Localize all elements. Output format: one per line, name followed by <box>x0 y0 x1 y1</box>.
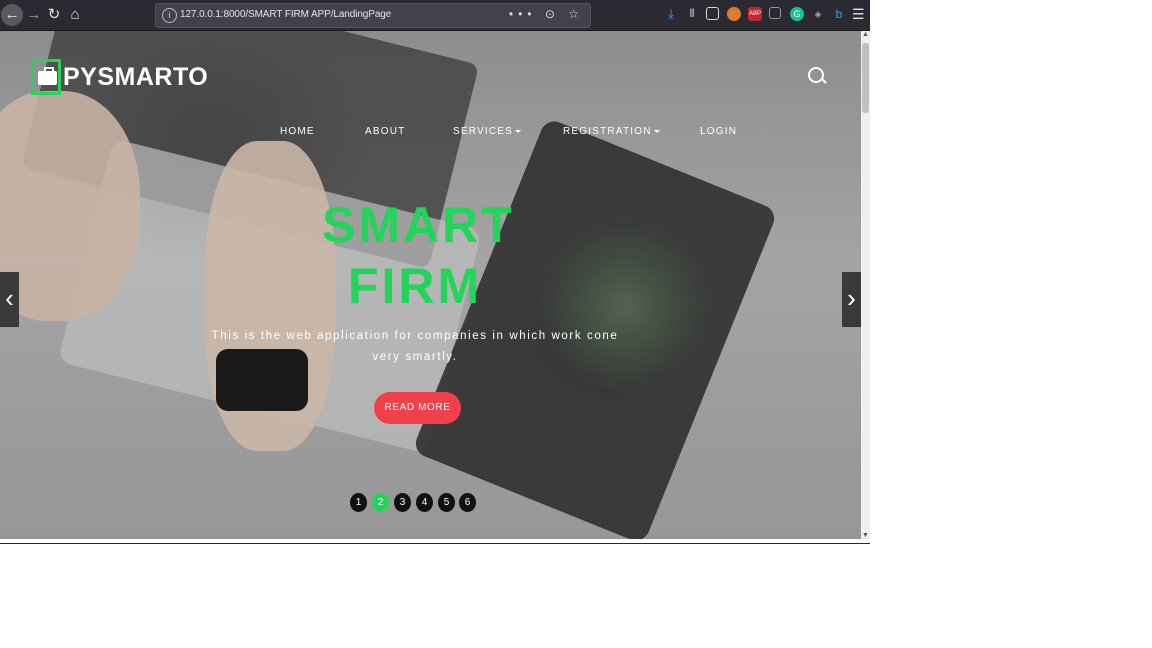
read-more-button[interactable]: READ MORE <box>374 392 461 424</box>
scroll-thumb[interactable] <box>862 43 869 113</box>
hero-subtitle: This is the web application for companie… <box>211 330 619 363</box>
reload-button[interactable]: ↻ <box>43 4 65 26</box>
browser-toolbar: ← → ↻ ⌂ i 127.0.0.1:8000/SMART FIRM APP/… <box>0 0 870 31</box>
briefcase-icon <box>31 59 61 95</box>
download-icon[interactable]: ⤓ <box>664 7 678 21</box>
slide-dot[interactable]: 6 <box>459 493 476 512</box>
hero-carousel: PYSMARTO HOME ABOUT SERVICES REGISTRATIO… <box>0 31 861 539</box>
tab-icon[interactable] <box>769 7 781 19</box>
page-actions[interactable]: ••• ⊙ ☆ <box>509 7 584 21</box>
nav-about[interactable]: ABOUT <box>365 126 405 137</box>
nav-label: ABOUT <box>365 126 406 137</box>
search-icon[interactable] <box>808 67 824 83</box>
nav-login[interactable]: LOGIN <box>700 126 737 137</box>
page-bottom-edge <box>0 539 870 544</box>
info-icon[interactable]: i <box>162 8 177 23</box>
slide-dot[interactable]: 3 <box>394 493 411 512</box>
hamburger-menu-icon[interactable]: ☰ <box>852 6 865 23</box>
hero-title-line2: FIRM <box>348 258 483 314</box>
slide-dot-active[interactable]: 2 <box>372 493 389 512</box>
bing-icon[interactable]: b <box>832 7 846 21</box>
caret-down-icon <box>515 129 521 133</box>
library-icon[interactable]: ⫴ <box>685 7 699 21</box>
carousel-next-chevron-icon[interactable]: › <box>842 272 861 327</box>
slide-dot[interactable]: 1 <box>350 493 367 512</box>
back-button[interactable]: ← <box>1 4 23 26</box>
slide-dot[interactable]: 5 <box>438 493 455 512</box>
slide-dot[interactable]: 4 <box>416 493 433 512</box>
nav-registration[interactable]: REGISTRATION <box>563 126 660 137</box>
nav-services[interactable]: SERVICES <box>453 126 521 137</box>
home-button[interactable]: ⌂ <box>64 4 86 26</box>
nav-label: LOGIN <box>700 126 738 137</box>
nav-label: SERVICES <box>453 126 513 137</box>
page-scrollbar[interactable]: ▲ ▼ <box>861 31 870 539</box>
reader-icon[interactable] <box>706 7 719 20</box>
nav-home[interactable]: HOME <box>280 126 315 137</box>
nav-label: REGISTRATION <box>563 126 652 137</box>
url-text[interactable]: 127.0.0.1:8000/SMART FIRM APP/LandingPag… <box>180 9 391 20</box>
caret-down-icon <box>653 129 660 133</box>
hero-title-line1: SMART <box>322 197 515 253</box>
scroll-up-icon[interactable]: ▲ <box>861 31 870 38</box>
logo-text: PYSMARTO <box>63 63 209 91</box>
extension-icon[interactable]: ◈ <box>811 7 825 21</box>
adblock-icon[interactable]: ABP <box>748 7 762 21</box>
grammarly-icon[interactable]: G <box>790 7 804 21</box>
carousel-prev-chevron-icon[interactable]: ‹ <box>0 272 19 327</box>
address-bar[interactable]: i 127.0.0.1:8000/SMART FIRM APP/LandingP… <box>155 3 591 28</box>
nav-label: HOME <box>280 126 315 137</box>
forward-button[interactable]: → <box>23 4 45 26</box>
scroll-down-icon[interactable]: ▼ <box>861 532 870 539</box>
extension-icon[interactable] <box>727 7 741 21</box>
